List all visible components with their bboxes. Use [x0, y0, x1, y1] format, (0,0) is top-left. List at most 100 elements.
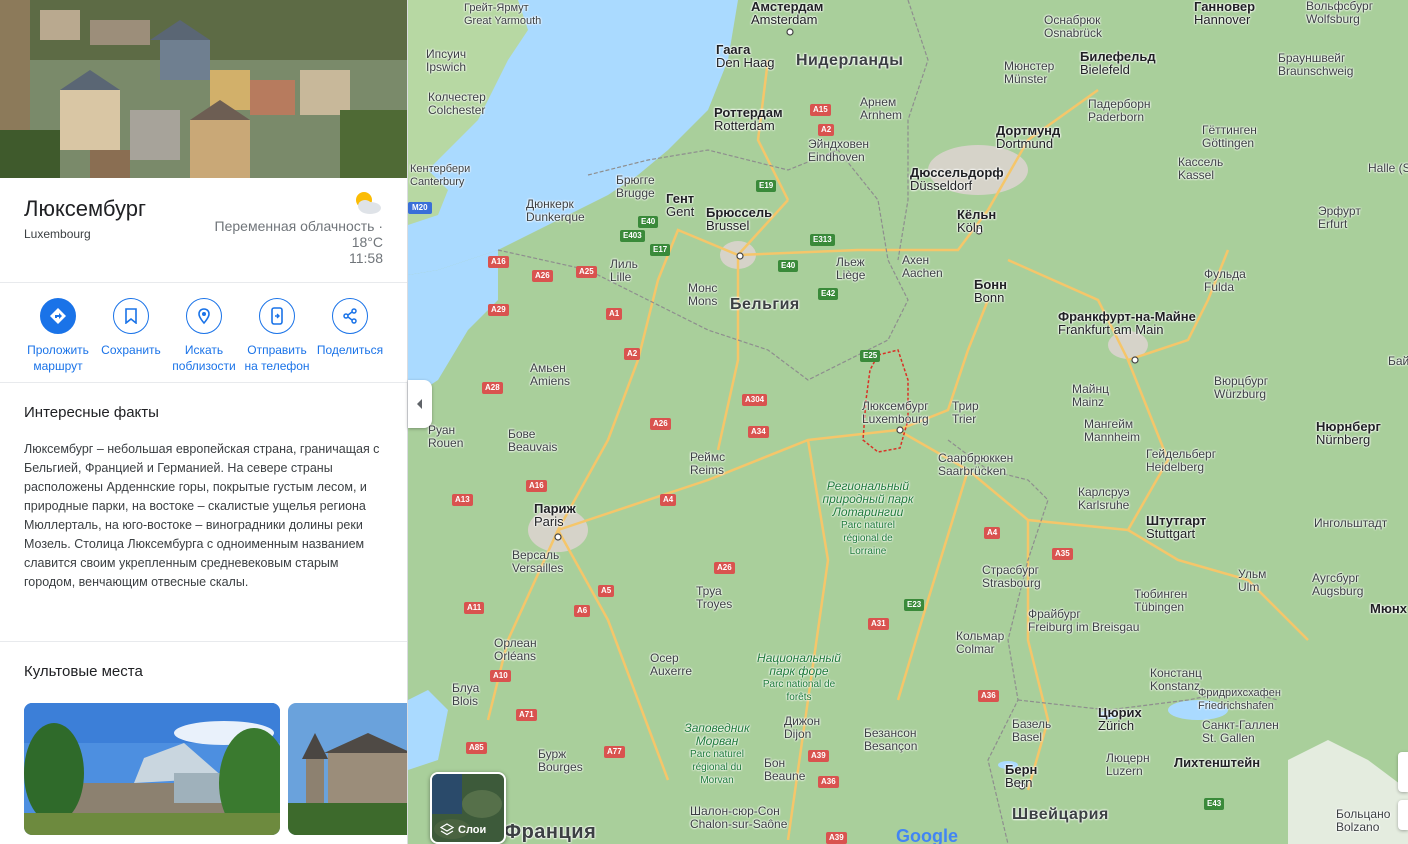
city-saarbrucken: Саарбрюккен Saarbrücken — [938, 451, 1014, 478]
road-shield: E23 — [904, 599, 925, 611]
city-canterbury: Кентербери Canterbury — [410, 163, 471, 188]
send-to-phone-button[interactable]: Отправить на телефон — [237, 298, 317, 374]
facts-title: Интересные факты — [24, 404, 159, 421]
partly-cloudy-icon — [350, 188, 384, 218]
city-luxembourg: Люксембург Luxembourg — [862, 399, 929, 426]
city-ulm: Ульм Ulm — [1238, 567, 1267, 594]
share-icon — [332, 298, 368, 334]
map-canvas[interactable]: Нидерланды Бельгия Франция Швейцария Лих… — [408, 0, 1408, 844]
pegman-control[interactable] — [1398, 800, 1408, 830]
city-bourges: Бурж Bourges — [538, 747, 583, 774]
city-zurich: Цюрих Zürich — [1098, 705, 1142, 733]
road-shield: A26 — [650, 418, 671, 430]
city-munchen: Мюнх — [1370, 601, 1408, 616]
city-bonn: Бонн Bonn — [974, 277, 1007, 305]
layers-label: Слои — [458, 824, 487, 836]
road-shield: A26 — [532, 270, 553, 282]
city-konstanz: Констанц Konstanz — [1150, 666, 1202, 693]
weather-description: Переменная облачность · — [214, 218, 383, 234]
save-button[interactable]: Сохранить — [91, 298, 171, 358]
road-shield: E403 — [620, 230, 645, 242]
city-reims: Реймс Reims — [690, 450, 726, 477]
road-shield: E19 — [756, 180, 777, 192]
road-shield: A39 — [826, 832, 847, 844]
city-colchester: Колчестер Colchester — [428, 90, 486, 117]
city-tubingen: Тюбинген Tübingen — [1134, 587, 1188, 614]
road-shield: A71 — [516, 709, 537, 721]
city-braunschweig: Брауншвейг Braunschweig — [1278, 51, 1354, 78]
road-shield: A6 — [574, 605, 591, 617]
road-shield: A11 — [464, 602, 485, 614]
city-bolzano: Больцано Bolzano — [1336, 807, 1391, 834]
city-mainz: Майнц Mainz — [1072, 382, 1110, 409]
road-shield: A1 — [606, 308, 623, 320]
road-shield: E42 — [818, 288, 839, 300]
city-trier: Трир Trier — [952, 399, 979, 426]
city-dortmund: Дортмунд Dortmund — [996, 123, 1061, 151]
road-shield: A2 — [818, 124, 835, 136]
city-rouen: Руан Rouen — [428, 423, 464, 450]
road-shield: E17 — [650, 244, 671, 256]
place-hero-photo[interactable] — [0, 0, 407, 178]
landmark-card-mudam[interactable] — [24, 703, 280, 835]
city-liege: Льеж Liège — [836, 255, 866, 282]
city-strasbourg: Страсбург Strasbourg — [982, 563, 1041, 590]
city-colmar: Кольмар Colmar — [956, 629, 1005, 656]
road-shield: A28 — [482, 382, 503, 394]
road-shield: A304 — [742, 394, 768, 406]
road-shield: A16 — [488, 256, 509, 268]
collapse-panel-button[interactable] — [408, 380, 432, 428]
nearby-label-2: поблизости — [172, 359, 236, 373]
landmark-card-vianden[interactable] — [288, 703, 407, 835]
park-forets: Национальный парк форе Parc national de f… — [757, 651, 841, 704]
city-fulda: Фульда Fulda — [1204, 267, 1246, 294]
road-shield: A4 — [660, 494, 677, 506]
road-shield: A13 — [452, 494, 473, 506]
nearby-button[interactable]: Искать поблизости — [164, 298, 244, 374]
city-beauvais: Бове Beauvais — [508, 427, 558, 454]
layers-button[interactable]: Слои — [430, 772, 506, 844]
landmark-photo-2 — [288, 703, 407, 835]
city-bern: Берн Bern — [1005, 762, 1038, 790]
city-koln: Кёльн Köln — [957, 207, 997, 235]
city-troyes: Труа Troyes — [696, 584, 733, 611]
city-lille: Лиль Lille — [610, 257, 638, 284]
city-blois: Блуа Blois — [452, 681, 480, 708]
city-stuttgart: Штутгарт Stuttgart — [1146, 513, 1207, 541]
city-nurnberg: Нюрнберг Nürnberg — [1316, 419, 1381, 447]
road-shield: E25 — [860, 350, 881, 362]
directions-button[interactable]: Проложить маршрут — [18, 298, 98, 374]
city-basel: Базель Basel — [1012, 717, 1052, 744]
road-shield: E313 — [810, 234, 835, 246]
city-dusseldorf: Дюссельдорф Düsseldorf — [910, 165, 1004, 193]
road-shield: A29 — [488, 304, 509, 316]
city-bielefeld: Билефельд Bielefeld — [1080, 49, 1156, 77]
city-gent: Гент Gent — [666, 191, 695, 219]
share-label: Поделиться — [316, 343, 384, 357]
landmark-photo — [24, 703, 280, 835]
country-label-switzerland: Швейцария — [1012, 806, 1109, 823]
zoom-control[interactable] — [1398, 752, 1408, 792]
road-shield: A16 — [526, 480, 547, 492]
city-dunkerque: Дюнкерк Dunkerque — [526, 197, 585, 224]
city-wurzburg: Вюрцбург Würzburg — [1214, 374, 1269, 401]
city-frankfurt: Франкфурт-на-Майне Frankfurt am Main — [1058, 309, 1196, 337]
road-shield: A35 — [1052, 548, 1073, 560]
city-wolfsburg: Вольфсбург Wolfsburg — [1306, 0, 1374, 26]
road-shield: E40 — [778, 260, 799, 272]
share-button[interactable]: Поделиться — [310, 298, 390, 358]
city-auxerre: Осер Auxerre — [650, 651, 693, 678]
country-label-liechtenstein: Лихтенштейн — [1174, 755, 1261, 770]
city-brugge: Брюгге Brugge — [616, 173, 655, 200]
nearby-icon — [186, 298, 222, 334]
city-freiburg: Фрайбург Freiburg im Breisgau — [1028, 607, 1140, 634]
road-shield: A77 — [604, 746, 625, 758]
city-orleans: Орлеан Orléans — [494, 636, 537, 663]
city-paderborn: Падерборн Paderborn — [1088, 97, 1151, 124]
city-chalon-sur-saone: Шалон-сюр-Сон Chalon-sur-Saône — [690, 804, 788, 831]
city-erfurt: Эрфурт Erfurt — [1318, 204, 1361, 231]
city-rotterdam: Роттердам Rotterdam — [714, 105, 783, 133]
save-label: Сохранить — [101, 343, 161, 357]
city-arnhem: Арнем Arnhem — [860, 95, 903, 122]
city-bayreuth: Байрой — [1388, 354, 1408, 368]
